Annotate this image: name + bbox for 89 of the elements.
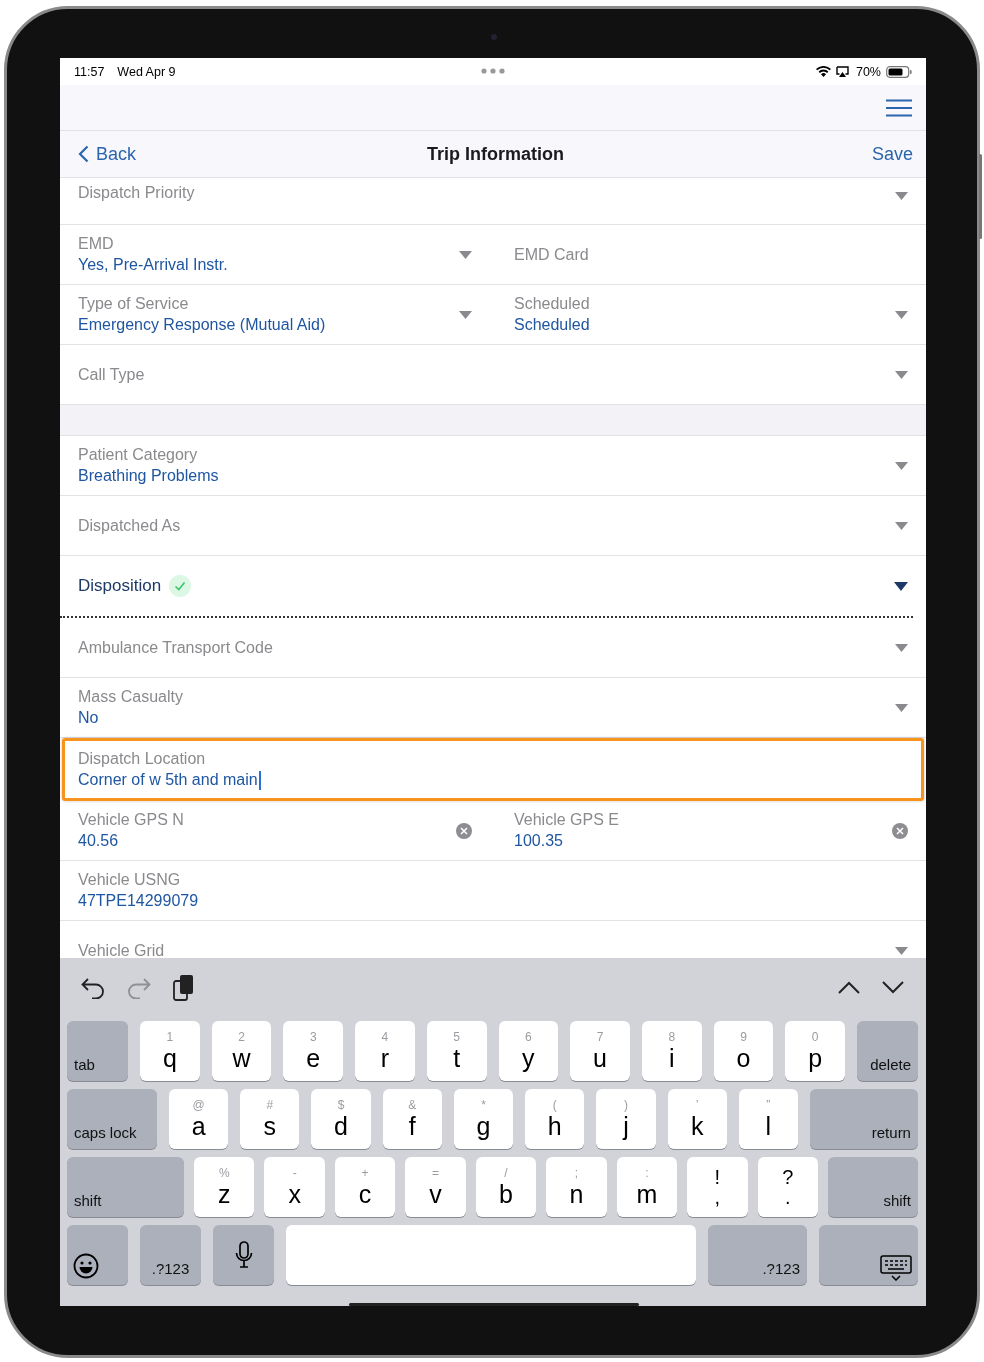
menu-icon[interactable] [886,98,912,117]
dropdown-field[interactable]: EMD Yes, Pre-Arrival Instr. [60,225,490,284]
back-button[interactable]: Back [78,143,137,165]
save-button[interactable]: Save [871,143,913,165]
screen-title: Trip Information [427,143,564,165]
section-header[interactable]: Disposition [60,556,913,618]
keyboard-key[interactable]: .?123 [140,1225,201,1285]
keyboard-key[interactable]: 0 p [785,1021,846,1081]
paste-icon[interactable] [173,973,195,1002]
chevron-down-icon[interactable] [882,981,904,994]
dropdown-caret-icon [895,461,908,470]
input-field[interactable]: EMD Card [490,225,926,284]
dropdown-caret-icon [895,370,908,379]
chevron-left-icon [78,145,89,163]
microphone-icon [234,1241,253,1269]
keyboard-key[interactable]: 8 i [641,1021,702,1081]
keyboard-key[interactable]: 3 e [283,1021,344,1081]
dropdown-field[interactable]: Patient Category Breathing Problems [60,436,926,495]
keyboard-key[interactable]: 4 r [355,1021,415,1081]
focused-field[interactable]: Dispatch Location Corner of w 5th and main [62,738,924,801]
screen-mirroring-icon [835,66,849,77]
dropdown-caret-icon [459,250,472,259]
camera-icon [491,34,497,40]
battery-percent: 70% [855,64,881,79]
keyboard-key[interactable]: # s [240,1089,300,1149]
dropdown-caret-icon [894,581,908,591]
dropdown-caret-icon [895,192,908,200]
section-title: Disposition [78,576,162,596]
input-field[interactable]: Vehicle USNG 47TPE14299079 [60,861,926,920]
clear-icon[interactable] [456,822,472,839]
keyboard-key[interactable]: * g [453,1089,514,1149]
keyboard-key[interactable]: 7 u [570,1021,630,1081]
dropdown-field[interactable]: Dispatched As [60,496,926,555]
keyboard-key[interactable]: ” l [738,1089,798,1149]
input-field[interactable]: Vehicle GPS E 100.35 [490,801,926,860]
keyboard-key[interactable]: caps lock [67,1089,157,1149]
keyboard-key[interactable]: @ a [169,1089,229,1149]
keyboard-key[interactable]: : m [616,1157,678,1217]
keyboard-icon [880,1255,912,1281]
dropdown-field[interactable]: Scheduled Scheduled [490,285,926,344]
keyboard-key[interactable]: 6 y [498,1021,559,1081]
battery-icon [886,65,912,78]
keyboard-key[interactable]: ! , [687,1157,748,1217]
status-time: 11:57 [74,64,105,79]
keyboard-key[interactable]: ’ k [667,1089,727,1149]
keyboard-key[interactable]: / b [475,1157,537,1217]
keyboard-key[interactable]: 9 o [713,1021,774,1081]
dropdown-caret-icon [895,310,908,319]
dropdown-field[interactable]: Mass Casualty No [60,678,926,737]
keyboard-key[interactable]: + c [334,1157,396,1217]
keyboard-key[interactable]: ( h [525,1089,585,1149]
keyboard-key[interactable]: & f [382,1089,442,1149]
dropdown-field[interactable]: Type of Service Emergency Response (Mutual Aid) [60,285,490,344]
microphone-key[interactable] [213,1225,274,1285]
keyboard-key[interactable]: shift [827,1157,918,1217]
dropdown-caret-icon [895,643,908,652]
keyboard-key[interactable]: return [809,1089,918,1149]
chevron-up-icon[interactable] [838,981,860,994]
keyboard-key[interactable]: delete [857,1021,919,1081]
input-field[interactable]: Vehicle GPS N 40.56 [60,801,490,860]
smiley-icon [73,1253,99,1279]
keyboard-key[interactable]: tab [67,1021,128,1081]
multitasking-dots-icon[interactable] [481,68,505,74]
dropdown-caret-icon [895,521,908,530]
keyboard-key[interactable]: 1 q [140,1021,200,1081]
hide-keyboard-key[interactable] [819,1225,918,1285]
clear-icon[interactable] [892,822,908,839]
keyboard-key[interactable]: 5 t [426,1021,487,1081]
keyboard-key[interactable]: ; n [546,1157,607,1217]
keyboard-key[interactable]: .?123 [708,1225,807,1285]
keyboard-key[interactable]: $ d [311,1089,371,1149]
dropdown-field[interactable]: Call Type [60,345,926,404]
undo-icon[interactable] [81,976,105,999]
emoji-key[interactable] [67,1225,128,1285]
keyboard-key[interactable]: % z [194,1157,255,1217]
dropdown-field[interactable]: Dispatch Priority [60,178,926,224]
dropdown-caret-icon [895,946,908,955]
keyboard-key[interactable]: ? . [757,1157,818,1217]
keyboard-key[interactable]: shift [67,1157,184,1217]
wifi-icon [815,66,831,77]
dropdown-caret-icon [459,310,472,319]
status-date: Wed Apr 9 [117,64,176,79]
keyboard-key[interactable]: 2 w [211,1021,272,1081]
dropdown-field[interactable]: Ambulance Transport Code [60,618,926,677]
dropdown-field[interactable]: Vehicle Grid [60,921,926,958]
keyboard-key[interactable]: ) j [596,1089,656,1149]
keyboard-key[interactable]: - x [264,1157,325,1217]
keyboard-key[interactable]: = v [405,1157,466,1217]
dropdown-caret-icon [895,703,908,712]
